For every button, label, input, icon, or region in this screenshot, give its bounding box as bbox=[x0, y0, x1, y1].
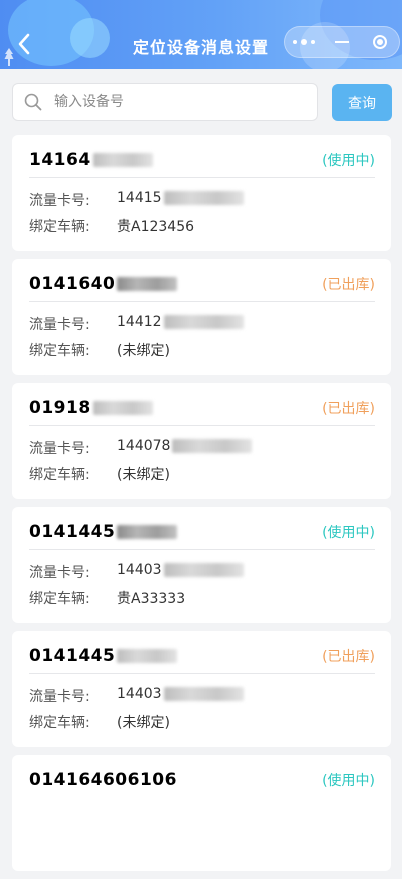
sim-label: 流量卡号: bbox=[29, 441, 90, 457]
redacted-mask bbox=[117, 277, 178, 291]
redacted-mask bbox=[117, 649, 178, 663]
vehicle-row: 绑定车辆: 贵A33333 bbox=[29, 588, 185, 608]
status-badge: (使用中) bbox=[322, 153, 375, 169]
status-badge: (已出库) bbox=[322, 277, 375, 293]
nav-header: 定位设备消息设置 bbox=[0, 0, 402, 69]
sim-row: 流量卡号: 144078 bbox=[29, 438, 253, 458]
device-card[interactable]: 01918 (已出库) 流量卡号: 144078 绑定车辆: (未绑定) bbox=[12, 383, 391, 499]
search-button[interactable]: 查询 bbox=[332, 84, 392, 121]
sim-label: 流量卡号: bbox=[29, 193, 90, 209]
sim-label: 流量卡号: bbox=[29, 565, 90, 581]
minimize-button[interactable] bbox=[323, 27, 361, 57]
device-number: 0141445 bbox=[29, 646, 178, 666]
target-icon bbox=[373, 35, 387, 49]
vehicle-row: 绑定车辆: 贵A123456 bbox=[29, 216, 194, 236]
device-card[interactable]: 0141445 (已出库) 流量卡号: 14403 绑定车辆: (未绑定) bbox=[12, 631, 391, 747]
vehicle-row: 绑定车辆: (未绑定) bbox=[29, 712, 170, 732]
redacted-mask bbox=[163, 563, 244, 577]
redacted-mask bbox=[163, 315, 244, 329]
redacted-mask bbox=[117, 525, 178, 539]
status-badge: (已出库) bbox=[322, 649, 375, 665]
device-card[interactable]: 0141640 (已出库) 流量卡号: 14412 绑定车辆: (未绑定) bbox=[12, 259, 391, 375]
device-number: 0141445 bbox=[29, 522, 178, 542]
redacted-mask bbox=[172, 439, 253, 453]
vehicle-row: 绑定车辆: (未绑定) bbox=[29, 464, 170, 484]
sim-row: 流量卡号: 14403 bbox=[29, 686, 244, 706]
sim-label: 流量卡号: bbox=[29, 317, 90, 333]
sim-value: 14403 bbox=[117, 562, 244, 582]
redacted-mask bbox=[163, 191, 244, 205]
divider bbox=[29, 549, 375, 550]
minimize-icon bbox=[335, 41, 349, 43]
status-badge: (使用中) bbox=[322, 773, 375, 789]
capsule-menu bbox=[284, 26, 400, 58]
device-number: 14164 bbox=[29, 150, 153, 170]
divider bbox=[29, 177, 375, 178]
device-number: 01918 bbox=[29, 398, 153, 418]
sim-value: 144078 bbox=[117, 438, 253, 458]
sim-row: 流量卡号: 14415 bbox=[29, 190, 244, 210]
device-card[interactable]: 14164 (使用中) 流量卡号: 14415 绑定车辆: 贵A123456 bbox=[12, 135, 391, 251]
redacted-mask bbox=[163, 687, 244, 701]
device-number: 0141640 bbox=[29, 274, 178, 294]
vehicle-label: 绑定车辆: bbox=[29, 591, 90, 607]
vehicle-value: (未绑定) bbox=[117, 467, 170, 483]
search-input[interactable] bbox=[52, 93, 296, 111]
sim-value: 14415 bbox=[117, 190, 244, 210]
vehicle-label: 绑定车辆: bbox=[29, 467, 90, 483]
device-number: 014164606106 bbox=[29, 770, 177, 790]
more-dots-icon bbox=[293, 40, 297, 44]
vehicle-row: 绑定车辆: (未绑定) bbox=[29, 340, 170, 360]
sim-value: 14403 bbox=[117, 686, 244, 706]
more-button[interactable] bbox=[285, 27, 323, 57]
device-list: 14164 (使用中) 流量卡号: 14415 绑定车辆: 贵A123456 0… bbox=[12, 135, 391, 879]
divider bbox=[29, 673, 375, 674]
sim-row: 流量卡号: 14403 bbox=[29, 562, 244, 582]
vehicle-value: 贵A33333 bbox=[117, 591, 186, 607]
divider bbox=[29, 425, 375, 426]
search-icon bbox=[24, 93, 42, 111]
status-badge: (使用中) bbox=[322, 525, 375, 541]
vehicle-label: 绑定车辆: bbox=[29, 715, 90, 731]
device-card[interactable]: 0141445 (使用中) 流量卡号: 14403 绑定车辆: 贵A33333 bbox=[12, 507, 391, 623]
vehicle-value: (未绑定) bbox=[117, 343, 170, 359]
sim-label: 流量卡号: bbox=[29, 689, 90, 705]
sim-value: 14412 bbox=[117, 314, 244, 334]
divider bbox=[29, 301, 375, 302]
vehicle-value: (未绑定) bbox=[117, 715, 170, 731]
search-box bbox=[12, 83, 318, 121]
status-badge: (已出库) bbox=[322, 401, 375, 417]
vehicle-label: 绑定车辆: bbox=[29, 219, 90, 235]
close-miniapp-button[interactable] bbox=[361, 27, 399, 57]
vehicle-label: 绑定车辆: bbox=[29, 343, 90, 359]
device-card[interactable]: 014164606106 (使用中) bbox=[12, 755, 391, 871]
vehicle-value: 贵A123456 bbox=[117, 219, 195, 235]
sim-row: 流量卡号: 14412 bbox=[29, 314, 244, 334]
redacted-mask bbox=[92, 153, 153, 167]
redacted-mask bbox=[92, 401, 153, 415]
